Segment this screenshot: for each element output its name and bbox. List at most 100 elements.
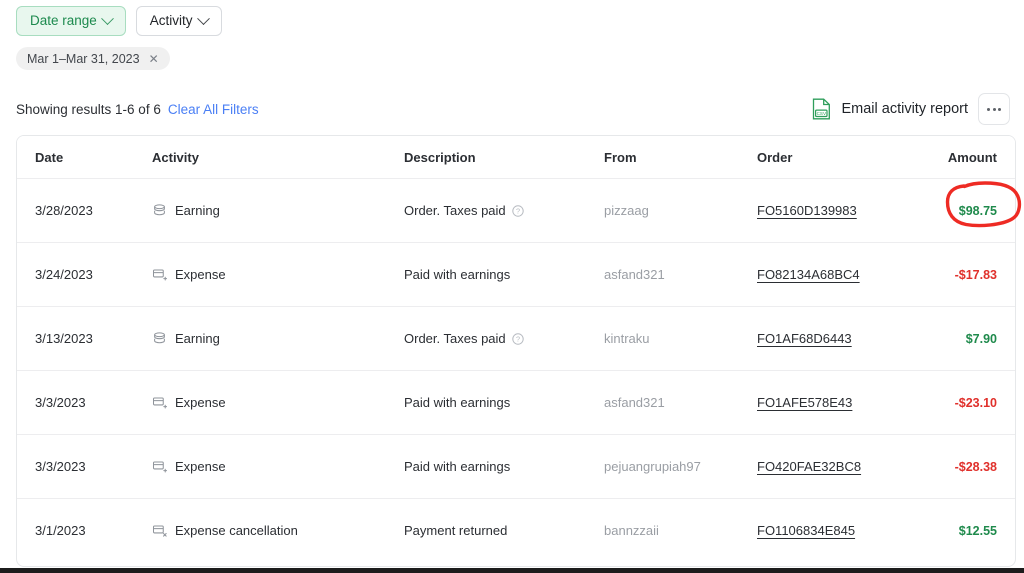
chevron-down-icon — [100, 11, 114, 25]
cell-activity: Expense — [152, 370, 404, 435]
activity-page: Date range Activity Mar 1–Mar 31, 2023 ✕… — [0, 0, 1024, 573]
filter-chip-date-range[interactable]: Mar 1–Mar 31, 2023 ✕ — [16, 47, 170, 70]
results-actions: CSV Email activity report — [812, 93, 1010, 125]
table-row[interactable]: 3/3/2023 Expense Paid with earnings pejuang… — [17, 434, 1015, 499]
cell-description: Payment returned — [404, 499, 604, 563]
cell-order: FO1AFE578E43 — [757, 370, 932, 435]
ellipsis-icon — [998, 107, 1001, 111]
from-username: asfand321 — [604, 267, 665, 282]
activity-content: Expense — [152, 267, 404, 282]
description-label: Order. Taxes paid — [404, 203, 506, 218]
activity-table-card: Date Activity Description From Order Amo… — [16, 135, 1016, 567]
activity-label: Earning — [175, 331, 220, 346]
cell-description: Paid with earnings — [404, 242, 604, 307]
cell-activity: Expense — [152, 242, 404, 307]
results-count-area: Showing results 1-6 of 6 Clear All Filte… — [16, 102, 259, 117]
column-header-date: Date — [17, 136, 152, 179]
amount-value: $12.55 — [958, 524, 997, 538]
card-cancelled-icon — [152, 525, 167, 537]
order-link[interactable]: FO5160D139983 — [757, 203, 857, 218]
order-link[interactable]: FO1AFE578E43 — [757, 395, 852, 410]
table-row[interactable]: 3/28/2023 Earning Order. Taxes paid? pizzaa… — [17, 178, 1015, 243]
clear-all-filters-link[interactable]: Clear All Filters — [168, 102, 259, 117]
column-header-order: Order — [757, 136, 932, 179]
column-header-description: Description — [404, 136, 604, 179]
cell-order: FO420FAE32BC8 — [757, 434, 932, 499]
order-link[interactable]: FO1106834E845 — [757, 523, 855, 538]
close-icon[interactable]: ✕ — [149, 53, 159, 65]
cell-amount: $98.75 — [932, 178, 1015, 243]
cell-date: 3/13/2023 — [17, 306, 152, 371]
cell-from: asfand321 — [604, 242, 757, 307]
amount-value: -$23.10 — [954, 396, 997, 410]
help-circle-icon[interactable]: ? — [511, 332, 524, 345]
coins-stack-icon — [154, 332, 165, 344]
cell-order: FO5160D139983 — [757, 178, 932, 243]
cell-description: Paid with earnings — [404, 370, 604, 435]
cell-amount: -$28.38 — [932, 434, 1015, 499]
active-filter-chips: Mar 1–Mar 31, 2023 ✕ — [16, 47, 170, 70]
more-options-button[interactable] — [978, 93, 1010, 125]
from-username: pizzaag — [604, 203, 649, 218]
cell-amount: -$23.10 — [932, 370, 1015, 435]
card-outgoing-icon — [152, 397, 167, 409]
from-username: pejuangrupiah97 — [604, 459, 701, 474]
order-link[interactable]: FO420FAE32BC8 — [757, 459, 861, 474]
activity-content: Expense — [152, 395, 404, 410]
cell-description: Paid with earnings — [404, 434, 604, 499]
cell-from: kintraku — [604, 306, 757, 371]
cell-date: 3/28/2023 — [17, 178, 152, 243]
column-header-activity: Activity — [152, 136, 404, 179]
date-range-filter-label: Date range — [30, 13, 97, 29]
column-header-amount: Amount — [932, 136, 1015, 179]
cell-from: pejuangrupiah97 — [604, 434, 757, 499]
window-bottom-edge — [0, 568, 1024, 573]
description-label: Paid with earnings — [404, 459, 511, 474]
from-username: asfand321 — [604, 395, 665, 410]
table-row[interactable]: 3/1/2023 Expense cancellation Payment retu… — [17, 499, 1015, 563]
results-header: Showing results 1-6 of 6 Clear All Filte… — [16, 93, 1010, 125]
cell-date: 3/3/2023 — [17, 434, 152, 499]
from-username: bannzzaii — [604, 523, 659, 538]
activity-content: Earning — [152, 331, 404, 346]
description-content: Paid with earnings — [404, 267, 510, 282]
amount-value: $98.75 — [958, 204, 997, 218]
svg-text:CSV: CSV — [817, 111, 827, 116]
svg-text:?: ? — [516, 206, 520, 215]
cell-date: 3/1/2023 — [35, 523, 86, 538]
order-link[interactable]: FO82134A68BC4 — [757, 267, 860, 282]
activity-filter-button[interactable]: Activity — [135, 6, 222, 36]
date-range-filter-button[interactable]: Date range — [16, 6, 126, 36]
description-content: Payment returned — [404, 523, 507, 538]
cell-activity: Earning — [152, 306, 404, 371]
activity-content: Expense — [152, 459, 404, 474]
help-circle-icon[interactable]: ? — [511, 204, 524, 217]
description-label: Order. Taxes paid — [404, 331, 506, 346]
chevron-down-icon — [196, 11, 210, 25]
table-row[interactable]: 3/13/2023 Earning Order. Taxes paid? kintra… — [17, 306, 1015, 371]
email-activity-report-button[interactable]: CSV Email activity report — [812, 98, 968, 120]
cell-description: Order. Taxes paid? — [404, 306, 604, 371]
activity-label: Expense — [175, 459, 226, 474]
card-outgoing-icon — [152, 269, 167, 281]
table-header-row: Date Activity Description From Order Amo… — [17, 136, 1015, 179]
activity-content: Earning — [152, 203, 404, 218]
cell-date: 3/3/2023 — [17, 370, 152, 435]
table-row[interactable]: 3/24/2023 Expense Paid with earnings asfand… — [17, 242, 1015, 307]
svg-text:?: ? — [516, 334, 520, 343]
cell-amount: $12.55 — [932, 499, 1015, 563]
filter-chip-label: Mar 1–Mar 31, 2023 — [27, 51, 140, 66]
column-header-from: From — [604, 136, 757, 179]
table-body: 3/28/2023 Earning Order. Taxes paid? pizzaa… — [17, 178, 1015, 563]
cell-from: pizzaag — [604, 178, 757, 243]
csv-file-icon: CSV — [812, 98, 831, 120]
table-row[interactable]: 3/3/2023 Expense Paid with earnings asfand3… — [17, 370, 1015, 435]
activity-content: Expense cancellation — [152, 523, 404, 538]
activity-label: Expense cancellation — [175, 523, 298, 538]
cell-order: FO1AF68D6443 — [757, 306, 932, 371]
cell-activity: Earning — [152, 178, 404, 243]
amount-value: $7.90 — [965, 332, 997, 346]
description-content: Order. Taxes paid? — [404, 203, 524, 218]
description-label: Paid with earnings — [404, 267, 511, 282]
order-link[interactable]: FO1AF68D6443 — [757, 331, 852, 346]
